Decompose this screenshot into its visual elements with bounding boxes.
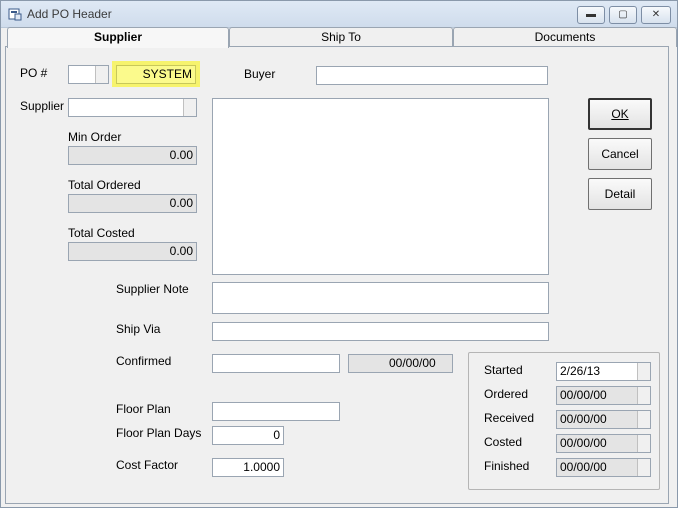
po-spin-icon[interactable] <box>95 66 108 83</box>
date-spin-icon <box>637 387 650 404</box>
min-order-value: 0.00 <box>68 146 197 165</box>
cancel-button[interactable]: Cancel <box>588 138 652 170</box>
received-label: Received <box>484 411 535 425</box>
supplier-note-label: Supplier Note <box>116 282 189 296</box>
ok-button[interactable]: OK <box>588 98 652 130</box>
started-date-field[interactable]: 2/26/13 <box>556 362 651 381</box>
total-costed-value: 0.00 <box>68 242 197 261</box>
tab-supplier[interactable]: Supplier <box>7 27 229 48</box>
supplier-dropdown[interactable] <box>68 98 197 117</box>
confirmed-date-field: 00/00/00 <box>348 354 453 373</box>
buyer-input[interactable] <box>316 66 548 85</box>
finished-date-field: 00/00/00 <box>556 458 651 477</box>
total-ordered-value: 0.00 <box>68 194 197 213</box>
total-costed-label: Total Costed <box>68 226 135 240</box>
floor-plan-days-input[interactable]: 0 <box>212 426 284 445</box>
maximize-button[interactable]: ▢ <box>609 6 637 24</box>
add-po-header-window: Add PO Header ▬ ▢ ✕ Supplier Ship To Doc… <box>0 0 678 508</box>
ordered-label: Ordered <box>484 387 529 401</box>
date-spin-icon <box>637 411 650 428</box>
ship-via-input[interactable] <box>212 322 549 341</box>
cost-factor-label: Cost Factor <box>116 458 179 472</box>
ship-via-label: Ship Via <box>116 322 161 336</box>
ordered-date-field: 00/00/00 <box>556 386 651 405</box>
minimize-button[interactable]: ▬ <box>577 6 605 24</box>
costed-date-field: 00/00/00 <box>556 434 651 453</box>
po-number-field[interactable] <box>68 65 109 84</box>
buyer-label: Buyer <box>244 67 276 81</box>
floor-plan-label: Floor Plan <box>116 402 171 416</box>
po-label: PO # <box>20 66 48 80</box>
close-icon: ✕ <box>651 9 661 20</box>
min-order-label: Min Order <box>68 130 122 144</box>
maximize-icon: ▢ <box>618 9 628 20</box>
finished-label: Finished <box>484 459 530 473</box>
total-ordered-label: Total Ordered <box>68 178 141 192</box>
supplier-label: Supplier <box>20 99 65 113</box>
tab-documents[interactable]: Documents <box>453 27 677 47</box>
costed-label: Costed <box>484 435 523 449</box>
floor-plan-input[interactable] <box>212 402 340 421</box>
detail-button[interactable]: Detail <box>588 178 652 210</box>
supplier-note-input[interactable] <box>212 282 549 314</box>
tab-ship-to[interactable]: Ship To <box>229 27 453 47</box>
cost-factor-input[interactable]: 1.0000 <box>212 458 284 477</box>
window-title: Add PO Header <box>27 7 112 21</box>
app-icon <box>8 8 22 21</box>
confirmed-input[interactable] <box>212 354 340 373</box>
supplier-details-box <box>212 98 549 275</box>
date-spin-icon <box>637 435 650 452</box>
po-system-field[interactable]: SYSTEM <box>116 65 196 84</box>
confirmed-label: Confirmed <box>116 354 172 368</box>
close-button[interactable]: ✕ <box>641 6 671 24</box>
title-bar[interactable]: Add PO Header ▬ ▢ ✕ <box>1 1 677 28</box>
minimize-icon: ▬ <box>586 9 596 20</box>
date-spin-icon[interactable] <box>637 363 650 380</box>
received-date-field: 00/00/00 <box>556 410 651 429</box>
dropdown-icon[interactable] <box>183 99 196 116</box>
floor-plan-days-label: Floor Plan Days <box>116 426 202 440</box>
date-spin-icon <box>637 459 650 476</box>
started-label: Started <box>484 363 523 377</box>
